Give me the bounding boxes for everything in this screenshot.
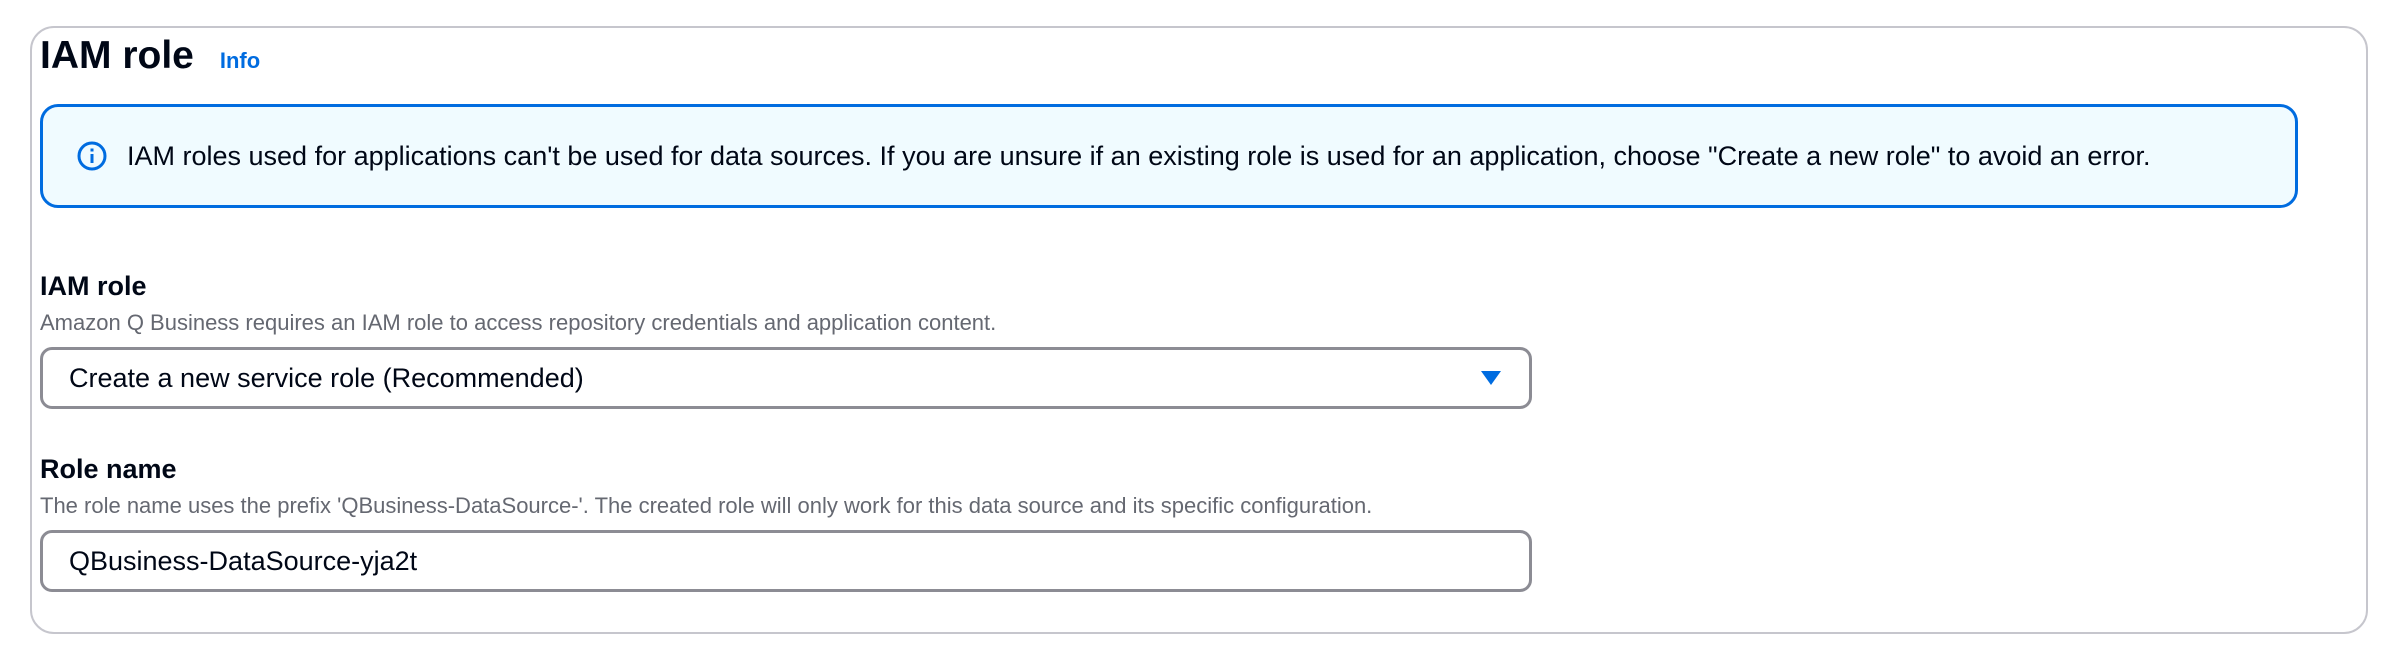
iam-role-field: IAM role Amazon Q Business requires an I… [40, 270, 1532, 409]
iam-role-description: Amazon Q Business requires an IAM role t… [40, 310, 997, 335]
iam-role-select[interactable]: Create a new service role (Recommended) [40, 347, 1532, 409]
info-circle-icon [75, 139, 109, 173]
iam-role-selected-value: Create a new service role (Recommended) [69, 362, 584, 393]
section-title: IAM role [40, 34, 194, 77]
info-alert: IAM roles used for applications can't be… [40, 104, 2298, 208]
role-name-description: The role name uses the prefix 'QBusiness… [40, 493, 1373, 518]
role-name-input-wrapper [40, 530, 1532, 592]
role-name-input[interactable] [69, 545, 1503, 577]
caret-down-icon [1479, 369, 1503, 387]
info-link[interactable]: Info [220, 48, 260, 74]
role-name-field: Role name The role name uses the prefix … [40, 453, 1532, 592]
alert-message: IAM roles used for applications can't be… [127, 140, 2151, 171]
iam-role-label: IAM role [40, 271, 147, 301]
section-header: IAM role Info [40, 36, 260, 75]
role-name-label: Role name [40, 454, 177, 484]
